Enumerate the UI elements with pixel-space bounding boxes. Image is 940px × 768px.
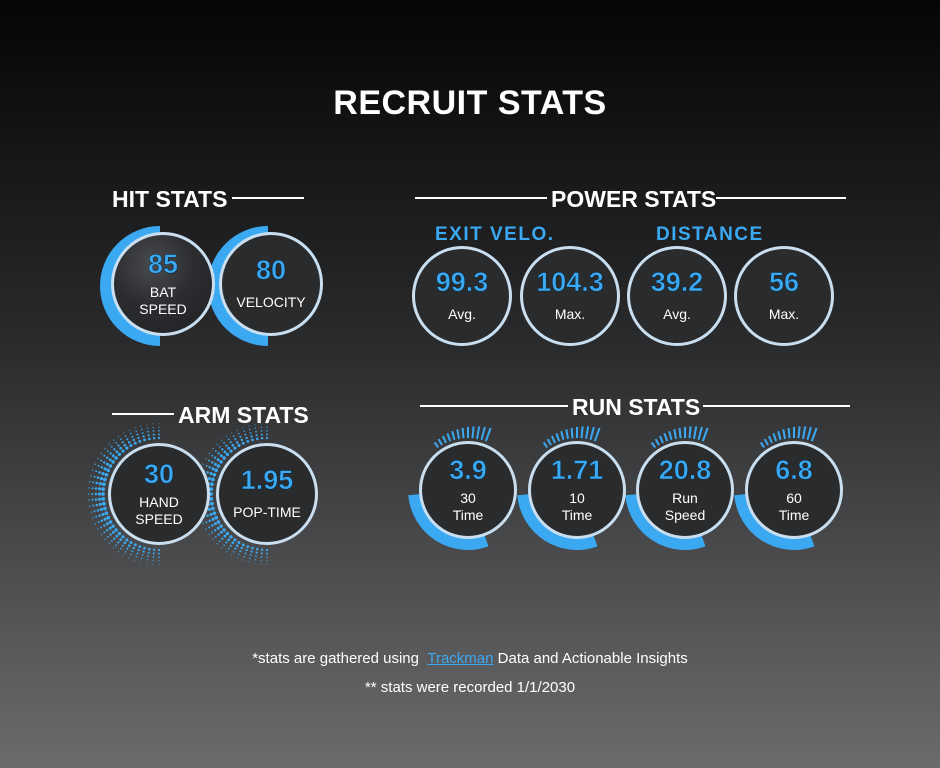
footer-date-note: ** stats were recorded 1/1/2030 [364, 679, 576, 696]
run-speed-circle: 20.8 Run Speed [636, 441, 734, 539]
footer-prefix: *stats are gathered using [252, 650, 419, 667]
run-60-time-circle: 6.8 60 Time [745, 441, 843, 539]
run-10-time-label: 10 Time [561, 489, 593, 523]
run-speed-label: Run Speed [664, 489, 706, 523]
footer-source-note: *stats are gathered using Trackman Data … [0, 650, 940, 667]
run-speed-value: 20.8 [658, 454, 712, 485]
run-30-time-label: 30 Time [452, 489, 484, 523]
run-10-time-value: 1.71 [550, 454, 604, 485]
run-60-time-label: 60 Time [778, 489, 810, 523]
trackman-link[interactable]: Trackman [427, 650, 493, 667]
run-30-time-value: 3.9 [449, 454, 487, 485]
run-10-time-circle: 1.71 10 Time [528, 441, 626, 539]
run-60-time-value: 6.8 [775, 454, 813, 485]
footer-suffix: Data and Actionable Insights [497, 650, 688, 667]
run-30-time-circle: 3.9 30 Time [419, 441, 517, 539]
